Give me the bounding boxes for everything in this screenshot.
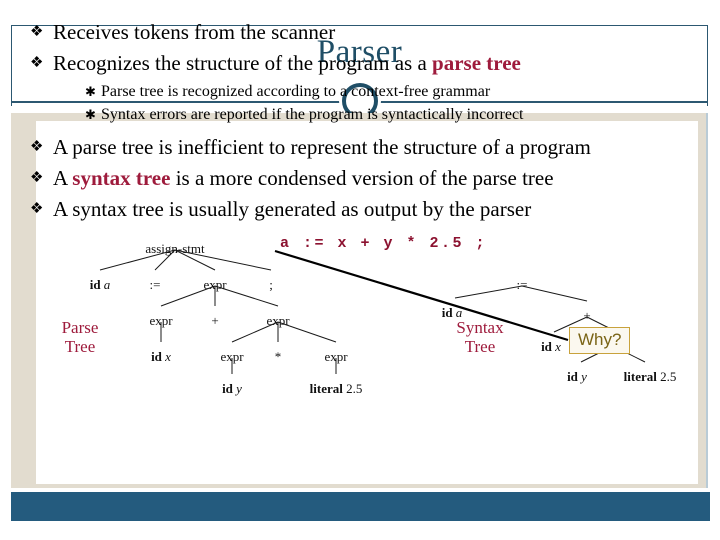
bullet-text-span: A parse tree is inefficient to represent… <box>53 135 591 159</box>
parse-tree-label-line2: Tree <box>64 337 96 356</box>
parse-tree-node-p_mult: * <box>274 349 282 364</box>
footer-bar <box>11 492 710 521</box>
bullet-text: Recognizes the structure of the program … <box>53 49 521 77</box>
bullet-item-l2: ✱ Parse tree is recognized according to a… <box>85 80 675 103</box>
parse-tree-node-p_semi: ; <box>269 277 273 292</box>
parse-tree-node-p_lit: literal 2.5 <box>309 381 363 396</box>
parse-tree-node-p_id_y: id y <box>222 381 242 396</box>
bullet-text-span: Syntax errors are reported if the progra… <box>101 106 524 123</box>
slide-root: Parser ❖ Receives tokens from the scanner… <box>0 0 720 540</box>
syntax-tree-label: Syntax Tree <box>456 318 503 356</box>
bullet-text-span: Parse tree is recognized according to a … <box>101 83 491 100</box>
bullet-list: ❖ Receives tokens from the scanner ❖ Recogn… <box>30 18 675 226</box>
bullet-marker-icon: ❖ <box>30 55 44 71</box>
bullet-text: Syntax errors are reported if the progra… <box>101 103 524 126</box>
bullet-marker-icon: ❖ <box>30 170 44 186</box>
bullet-marker-icon: ✱ <box>85 107 96 122</box>
parse-tree-node-p_root: assign-stmt <box>145 241 205 256</box>
bullet-text-span: A <box>53 166 73 190</box>
bullet-text: Parse tree is recognized according to a … <box>101 80 490 103</box>
code-snippet: a := x + y * 2.5 ; <box>280 235 488 252</box>
bullet-marker-icon: ❖ <box>30 139 44 155</box>
parse-tree-node-p_assign: := <box>149 277 161 292</box>
parse-tree-label: Parse Tree <box>62 318 99 356</box>
bullet-text: Receives tokens from the scanner <box>53 18 335 46</box>
parse-tree-node-p_expr3: expr <box>266 313 290 328</box>
bullet-text: A syntax tree is a more condensed versio… <box>53 164 554 192</box>
syntax-tree-label-line2: Tree <box>464 337 496 356</box>
why-callout-box[interactable]: Why? <box>569 327 631 354</box>
bullet-item-l2: ✱ Syntax errors are reported if the progr… <box>85 103 675 126</box>
bullet-text-span: A syntax tree is usually generated as ou… <box>53 197 532 221</box>
parse-tree-label-line1: Parse <box>61 318 99 337</box>
syntax-tree-node-s_id_x: id x <box>541 339 561 354</box>
syntax-tree-node-s_lit: literal 2.5 <box>623 369 677 384</box>
bullet-marker-icon: ❖ <box>30 24 44 40</box>
syntax-tree-node-s_id_a: id a <box>441 305 463 320</box>
bullet-text-span: Receives tokens from the scanner <box>53 20 336 44</box>
parse-tree-node-p_expr5: expr <box>324 349 348 364</box>
bullet-spacer <box>30 126 675 133</box>
bullet-text-highlight: syntax tree <box>72 166 171 190</box>
bullet-item-l1: ❖ A syntax tree is usually generated as o… <box>30 195 675 223</box>
syntax-tree-node-s_plus: + <box>583 308 591 323</box>
bullet-marker-icon: ✱ <box>85 84 96 99</box>
syntax-tree-edge-1 <box>521 285 588 302</box>
syntax-tree-edge-0 <box>454 285 523 299</box>
bullet-text-span: is a more condensed version of the parse… <box>170 166 554 190</box>
parse-tree-node-p_expr2: expr <box>149 313 173 328</box>
syntax-tree-node-s_id_y: id y <box>567 369 587 384</box>
bullet-item-l1: ❖ Recognizes the structure of the program… <box>30 49 675 77</box>
bullet-marker-icon: ❖ <box>30 201 44 217</box>
parse-tree-node-p_id_x: id x <box>151 349 171 364</box>
parse-tree-node-p_expr4: expr <box>220 349 244 364</box>
bullet-item-l1: ❖ Receives tokens from the scanner <box>30 18 675 46</box>
bullet-text-span: Recognizes the structure of the program … <box>53 51 433 75</box>
bullet-text: A syntax tree is usually generated as ou… <box>53 195 531 223</box>
syntax-tree-label-line1: Syntax <box>456 318 504 337</box>
bullet-item-l1: ❖ A parse tree is inefficient to represen… <box>30 133 675 161</box>
parse-tree-node-p_id_a: id a <box>89 277 111 292</box>
bullet-text-highlight: parse tree <box>432 51 521 75</box>
bullet-text: A parse tree is inefficient to represent… <box>53 133 591 161</box>
parse-tree-node-p_expr1: expr <box>203 277 227 292</box>
parse-tree-node-p_plus: + <box>211 313 219 328</box>
bullet-item-l1: ❖ A syntax tree is a more condensed versi… <box>30 164 675 192</box>
syntax-tree-node-s_assign: := <box>516 277 528 292</box>
